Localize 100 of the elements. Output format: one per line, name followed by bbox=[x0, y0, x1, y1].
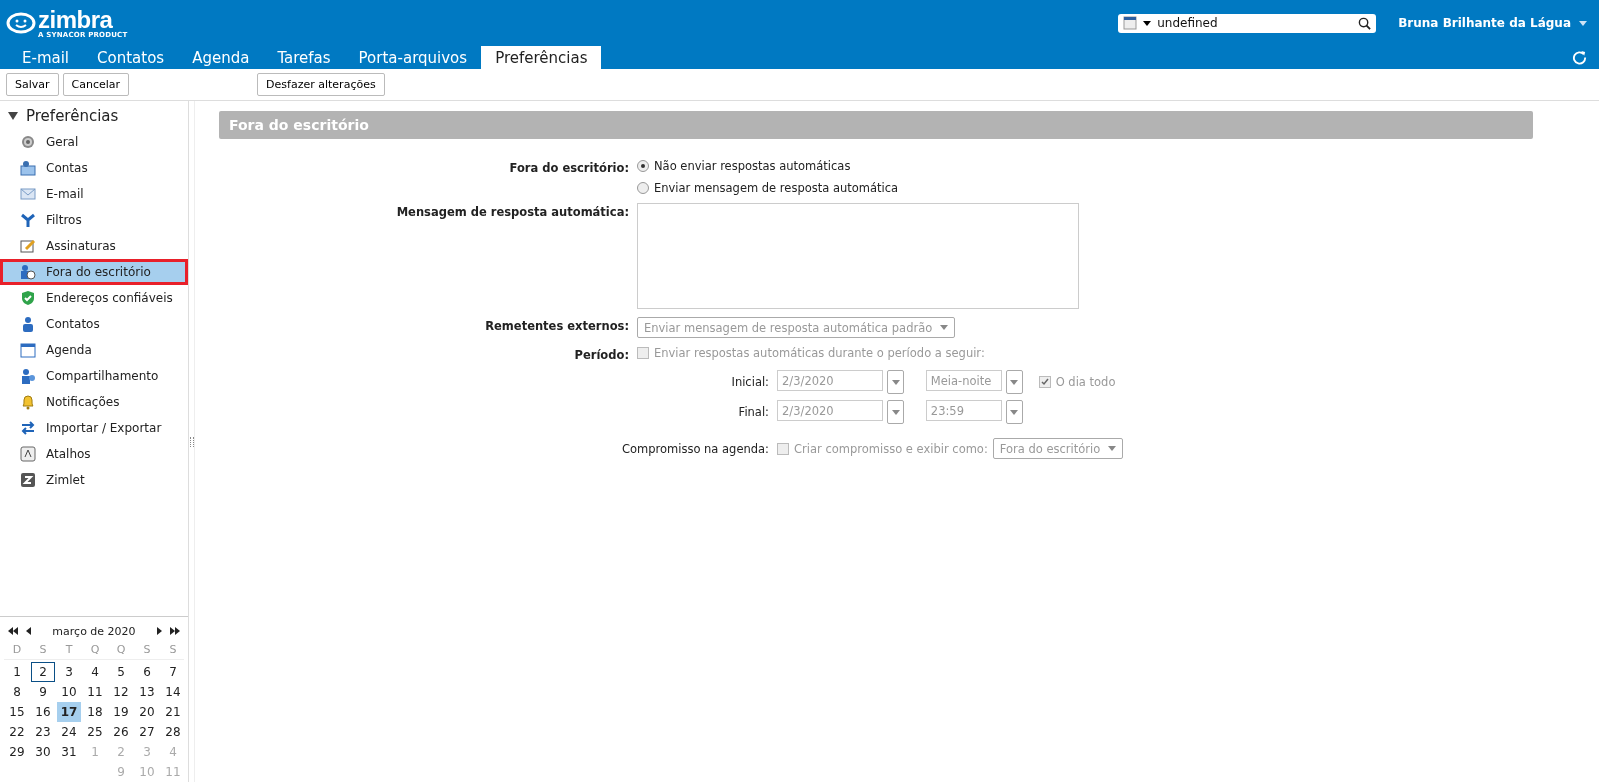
radio-label[interactable]: Enviar mensagem de resposta automática bbox=[654, 181, 899, 195]
bell-icon bbox=[20, 394, 36, 410]
sidebar-item[interactable]: Fora do escritório bbox=[0, 259, 188, 285]
dropdown-button[interactable] bbox=[887, 370, 904, 394]
people-icon bbox=[20, 368, 36, 384]
sidebar-item[interactable]: Filtros bbox=[0, 207, 188, 233]
calendar-day[interactable]: 3 bbox=[57, 662, 81, 682]
radio-label[interactable]: Não enviar respostas automáticas bbox=[654, 159, 851, 173]
previous-year-icon[interactable] bbox=[8, 627, 18, 635]
calendar-day[interactable]: 6 bbox=[135, 662, 159, 682]
app-tab[interactable]: E-mail bbox=[8, 46, 84, 69]
calendar-icon bbox=[20, 342, 36, 358]
calendar-day[interactable]: 8 bbox=[5, 682, 29, 702]
sidebar-item[interactable]: Contas bbox=[0, 155, 188, 181]
app-tab[interactable]: Porta-arquivos bbox=[344, 46, 482, 69]
sidebar-item[interactable]: Zimlet bbox=[0, 467, 188, 493]
search-text: undefined bbox=[1157, 16, 1219, 30]
caret-icon bbox=[1010, 379, 1019, 385]
search-icon[interactable] bbox=[1358, 16, 1372, 30]
previous-month-icon[interactable] bbox=[26, 627, 31, 635]
sidebar-item[interactable]: Compartilhamento bbox=[0, 363, 188, 389]
field-label: Compromisso na agenda: bbox=[620, 441, 769, 456]
splitter-grip-icon[interactable] bbox=[189, 436, 194, 447]
dropdown-button[interactable] bbox=[1005, 400, 1023, 424]
app-tab[interactable]: Agenda bbox=[178, 46, 264, 69]
calendar-day[interactable]: 22 bbox=[5, 722, 29, 742]
calendar-day[interactable]: 24 bbox=[57, 722, 81, 742]
calendar-day[interactable]: 16 bbox=[31, 702, 55, 722]
caret-icon bbox=[940, 325, 949, 330]
calendar-day[interactable]: 25 bbox=[83, 722, 107, 742]
calendar-day[interactable]: 18 bbox=[83, 702, 107, 722]
toolbar-button[interactable]: Salvar bbox=[6, 73, 59, 96]
calendar-day[interactable]: 4 bbox=[83, 662, 107, 682]
calendar-day[interactable]: 20 bbox=[135, 702, 159, 722]
weekday-label: Q bbox=[115, 642, 127, 656]
weekday-label: S bbox=[38, 642, 48, 656]
fork-arrow-icon bbox=[20, 212, 36, 228]
caret-icon bbox=[891, 379, 900, 385]
expand-triangle-icon[interactable] bbox=[8, 111, 18, 121]
sidebar-title[interactable]: Preferências bbox=[26, 107, 119, 125]
calendar-day[interactable]: 17 bbox=[57, 702, 81, 722]
next-month-icon[interactable] bbox=[157, 627, 162, 635]
field-label: Período: bbox=[573, 347, 629, 362]
calendar-day[interactable]: 11 bbox=[83, 682, 107, 702]
sidebar-item[interactable]: Endereços confiáveis bbox=[0, 285, 188, 311]
month-title: março de 2020 bbox=[51, 624, 137, 638]
calendar-day[interactable]: 27 bbox=[135, 722, 159, 742]
radio-button[interactable] bbox=[637, 182, 649, 194]
sidebar-item[interactable]: Assinaturas bbox=[0, 233, 188, 259]
toolbar-button[interactable]: Cancelar bbox=[62, 73, 130, 96]
calendar-day[interactable]: 10 bbox=[57, 682, 81, 702]
calendar-day[interactable]: 2 bbox=[31, 662, 55, 682]
calendar-day[interactable]: 30 bbox=[31, 742, 55, 762]
radio-button[interactable] bbox=[637, 160, 649, 172]
calendar-day[interactable]: 26 bbox=[109, 722, 133, 742]
calendar-day[interactable]: 1 bbox=[5, 662, 29, 682]
logo-name: zimbra bbox=[38, 7, 113, 32]
undo-changes-button[interactable]: Desfazer alterações bbox=[257, 73, 385, 96]
caret-icon bbox=[891, 409, 900, 415]
calendar-day[interactable]: 13 bbox=[135, 682, 159, 702]
weekday-label: T bbox=[64, 642, 74, 656]
calendar-day[interactable]: 14 bbox=[161, 682, 185, 702]
calendar-day[interactable]: 15 bbox=[5, 702, 29, 722]
sidebar-item[interactable]: Importar / Exportar bbox=[0, 415, 188, 441]
search-field[interactable]: undefined bbox=[1118, 13, 1377, 33]
calendar-day[interactable]: 5 bbox=[109, 662, 133, 682]
dropdown-button[interactable] bbox=[887, 400, 904, 424]
pencil-note-icon bbox=[20, 238, 36, 254]
gear-icon bbox=[20, 134, 36, 150]
calendar-day[interactable]: 21 bbox=[161, 702, 185, 722]
caret-icon bbox=[1010, 409, 1019, 415]
weekday-label: D bbox=[11, 642, 23, 656]
sidebar-item[interactable]: E-mail bbox=[0, 181, 188, 207]
caret-icon[interactable] bbox=[1143, 20, 1152, 26]
sidebar-item[interactable]: Atalhos bbox=[0, 441, 188, 467]
envelope-icon bbox=[20, 186, 36, 202]
refresh-icon[interactable] bbox=[1572, 50, 1587, 65]
sidebar-item[interactable]: Notificações bbox=[0, 389, 188, 415]
dropdown-button[interactable] bbox=[1005, 370, 1023, 394]
calendar-day[interactable]: 7 bbox=[161, 662, 185, 682]
user-name-menu[interactable]: Bruna Brilhante da Lágua bbox=[1398, 16, 1571, 30]
calendar-icon[interactable] bbox=[1123, 16, 1138, 30]
sidebar-item[interactable]: Geral bbox=[0, 129, 188, 155]
calendar-day[interactable]: 28 bbox=[161, 722, 185, 742]
person-icon bbox=[20, 316, 36, 332]
weekday-label: S bbox=[142, 642, 152, 656]
calendar-day[interactable]: 19 bbox=[109, 702, 133, 722]
field-label: Mensagem de resposta automática: bbox=[395, 204, 629, 219]
calendar-day[interactable]: 23 bbox=[31, 722, 55, 742]
sidebar-item[interactable]: Agenda bbox=[0, 337, 188, 363]
envelope-person-icon bbox=[20, 160, 36, 176]
calendar-day[interactable]: 31 bbox=[57, 742, 81, 762]
calendar-day[interactable]: 29 bbox=[5, 742, 29, 762]
sidebar-item[interactable]: Contatos bbox=[0, 311, 188, 337]
next-year-icon[interactable] bbox=[170, 627, 180, 635]
calendar-day[interactable]: 9 bbox=[31, 682, 55, 702]
app-tab[interactable]: Preferências bbox=[481, 46, 602, 69]
calendar-day[interactable]: 12 bbox=[109, 682, 133, 702]
app-tab[interactable]: Contatos bbox=[83, 46, 179, 69]
app-tab[interactable]: Tarefas bbox=[263, 46, 345, 69]
